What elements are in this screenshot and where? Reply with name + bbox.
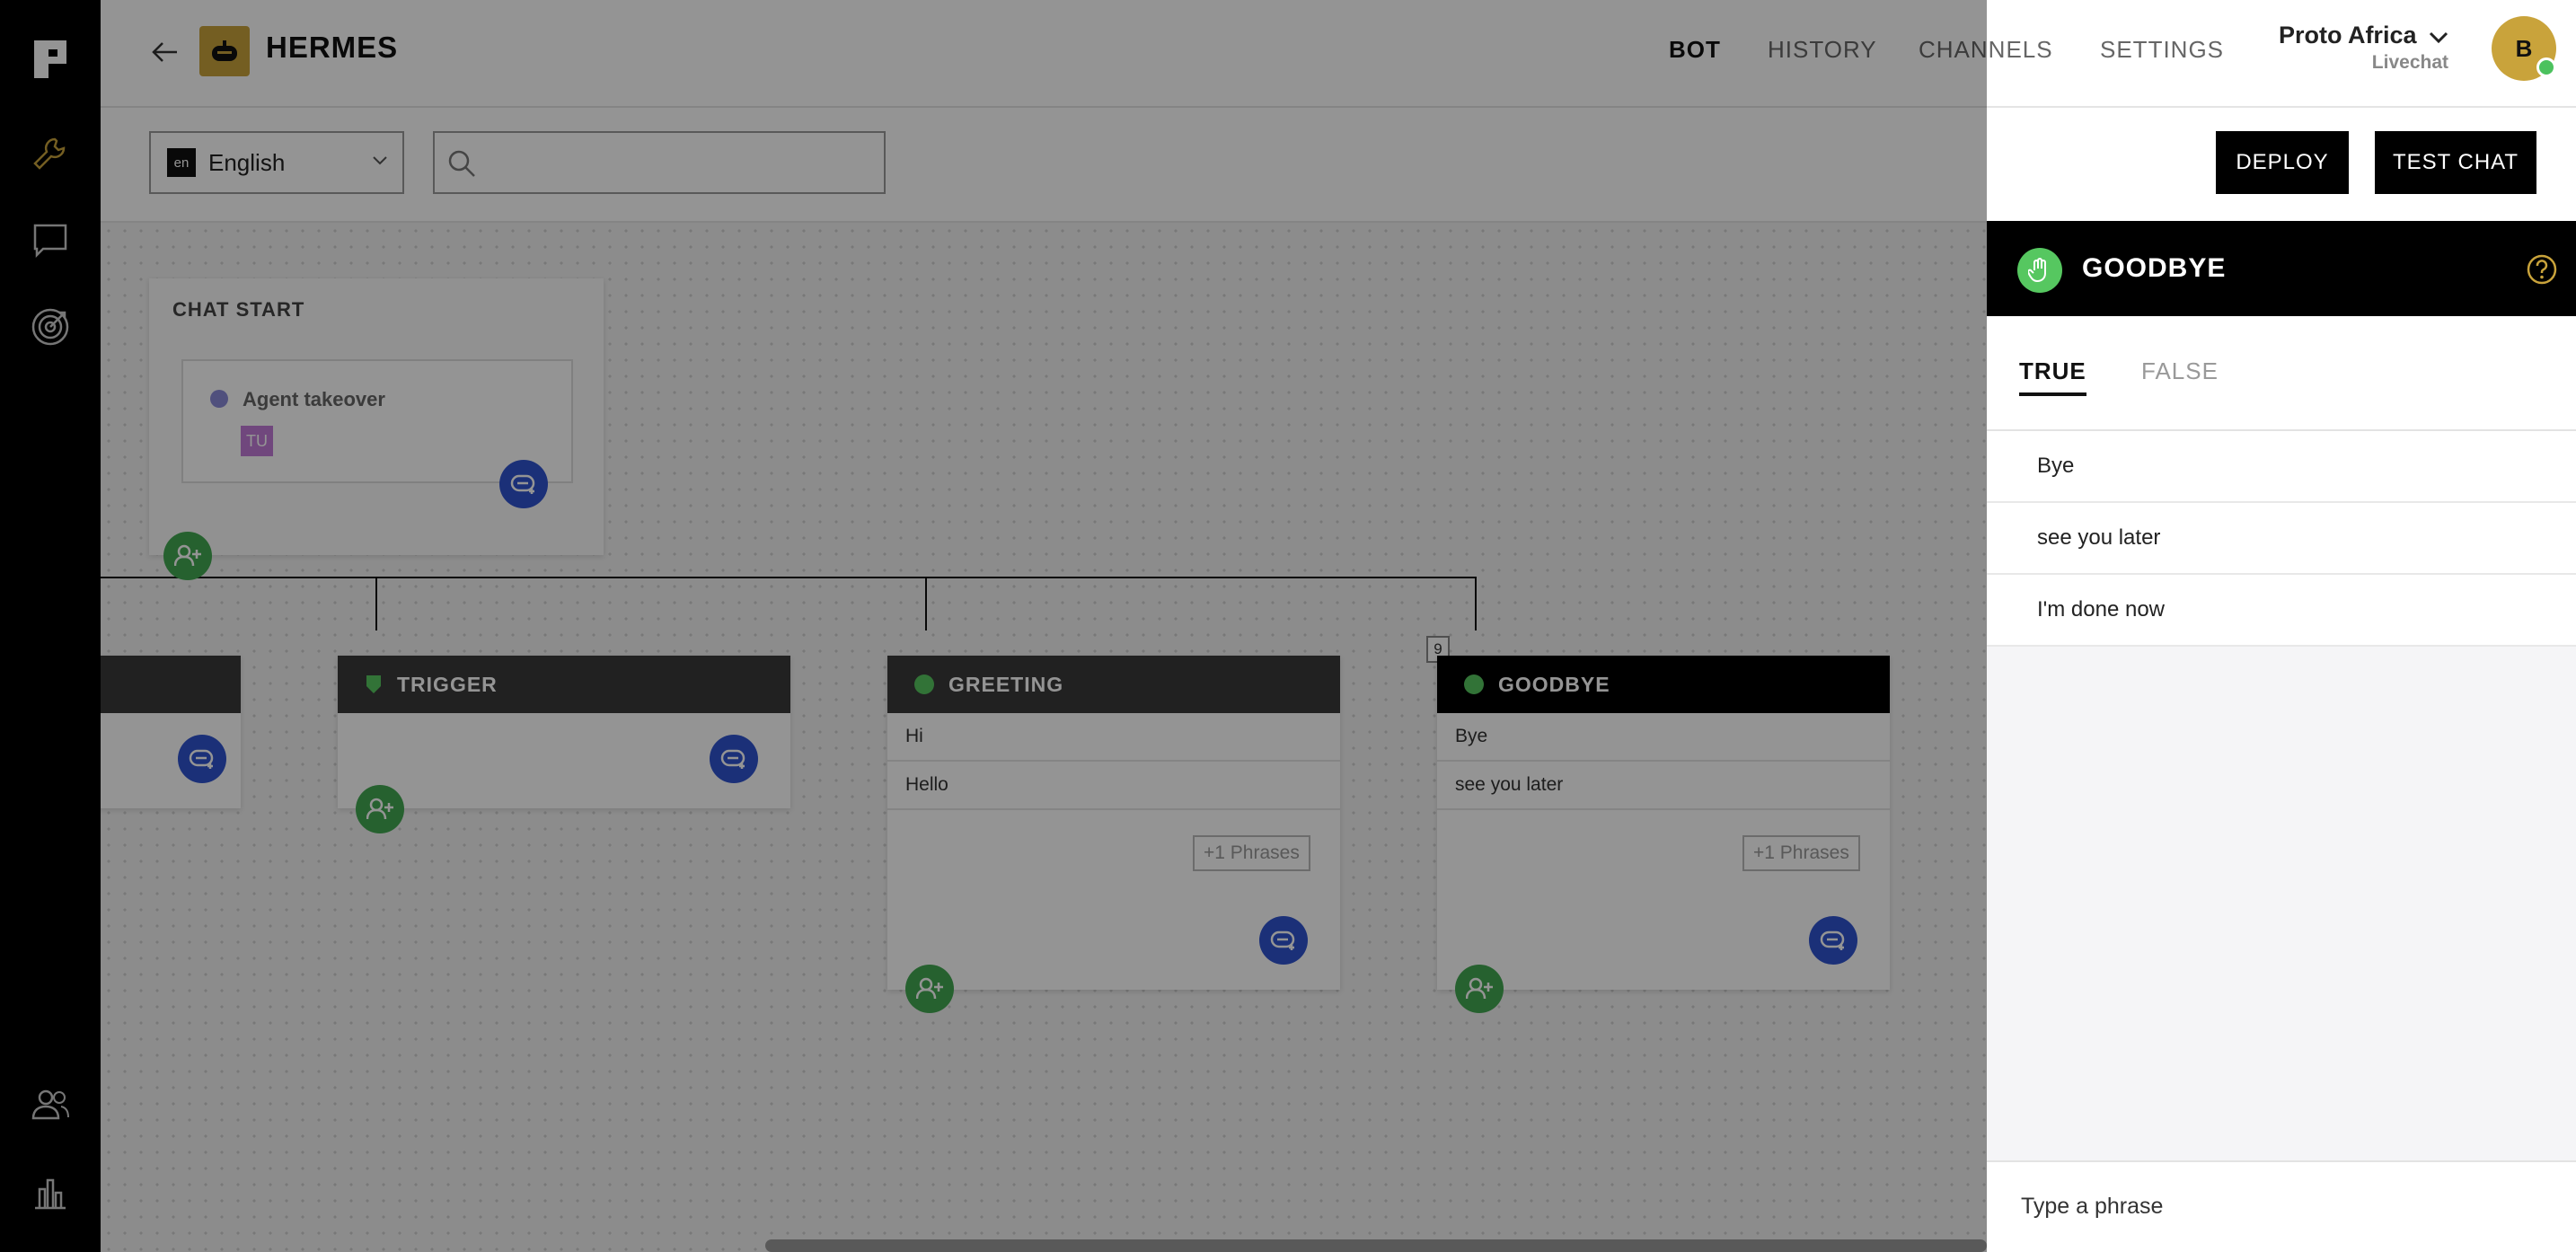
org-name: Proto Africa: [2278, 22, 2417, 48]
test-chat-button[interactable]: TEST CHAT: [2375, 131, 2536, 194]
panel-header: GOODBYE: [1987, 221, 2576, 316]
tab-false[interactable]: FALSE: [2141, 357, 2219, 385]
deploy-button[interactable]: DEPLOY: [2216, 131, 2349, 194]
online-status-dot: [2536, 57, 2556, 77]
user-avatar[interactable]: B: [2492, 16, 2556, 81]
tab-true[interactable]: TRUE: [2019, 357, 2086, 396]
goodbye-wave-icon: [2017, 248, 2062, 293]
avatar-initial: B: [2515, 34, 2533, 62]
phrase-item[interactable]: Bye: [1987, 431, 2576, 503]
phrase-item[interactable]: I'm done now: [1987, 575, 2576, 647]
panel-title: GOODBYE: [2082, 253, 2227, 283]
org-switcher[interactable]: Proto Africa Livechat: [2279, 22, 2448, 74]
org-subtitle: Livechat: [2371, 52, 2448, 74]
phrase-item[interactable]: see you later: [1987, 503, 2576, 575]
modal-overlay[interactable]: [0, 0, 1987, 1252]
phrase-input[interactable]: [2019, 1193, 2544, 1221]
phrase-input-bar: [1987, 1160, 2576, 1252]
nav-settings[interactable]: SETTINGS: [2100, 36, 2224, 64]
phrase-editor-panel: GOODBYE TRUE FALSE Bye see you later I'm…: [1987, 221, 2576, 1252]
condition-tabs: TRUE FALSE: [1987, 316, 2576, 431]
phrase-list: Bye see you later I'm done now: [1987, 431, 2576, 647]
help-icon[interactable]: [2526, 253, 2558, 290]
chevron-down-icon: [2429, 22, 2448, 50]
